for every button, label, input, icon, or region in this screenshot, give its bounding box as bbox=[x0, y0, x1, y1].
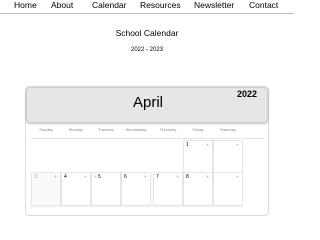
add-event-icon[interactable]: + bbox=[206, 141, 209, 149]
add-event-icon[interactable]: + bbox=[84, 173, 87, 181]
day-number: 4 bbox=[64, 174, 67, 180]
add-event-icon[interactable]: + bbox=[94, 173, 97, 181]
calendar: April 2022 Sunday Monday Tuesday Wednesd… bbox=[25, 86, 269, 216]
add-event-icon[interactable]: + bbox=[206, 173, 209, 181]
top-nav: Home About Calendar Resources Newsletter… bbox=[0, 0, 294, 14]
nav-calendar[interactable]: Calendar bbox=[92, 0, 127, 11]
weekday-row: Sunday Monday Tuesday Wednesday Thursday… bbox=[26, 127, 270, 135]
day-cell[interactable]: + bbox=[213, 172, 243, 206]
day-number: 5 bbox=[98, 174, 101, 180]
weekday-tuesday: Tuesday bbox=[98, 127, 114, 132]
nav-resources[interactable]: Resources bbox=[140, 0, 181, 11]
weekday-sunday: Sunday bbox=[39, 127, 53, 132]
day-cell[interactable]: 4 + bbox=[61, 172, 91, 206]
weekday-wednesday: Wednesday bbox=[125, 127, 147, 132]
nav-home[interactable]: Home bbox=[14, 0, 37, 11]
school-year: 2022 - 2023 bbox=[130, 47, 164, 53]
day-number: 3 bbox=[34, 174, 37, 180]
day-cell[interactable]: 1 + bbox=[183, 140, 213, 174]
day-cell[interactable]: 6 + bbox=[121, 172, 151, 206]
weekday-thursday: Thursday bbox=[159, 127, 177, 132]
weekday-friday: Friday bbox=[192, 127, 204, 132]
day-number: 8 bbox=[186, 174, 189, 180]
calendar-month: April bbox=[132, 94, 163, 111]
weekday-monday: Monday bbox=[68, 127, 84, 132]
calendar-year: 2022 bbox=[236, 89, 257, 99]
nav-contact[interactable]: Contact bbox=[249, 0, 278, 11]
page-title: School Calendar bbox=[115, 28, 179, 38]
add-event-icon[interactable]: + bbox=[236, 141, 239, 149]
add-event-icon[interactable]: + bbox=[176, 173, 179, 181]
day-number: 6 bbox=[124, 174, 127, 180]
nav-about[interactable]: About bbox=[51, 0, 73, 11]
day-cell[interactable]: 3 + bbox=[31, 172, 61, 206]
day-cell[interactable]: + bbox=[213, 140, 243, 174]
day-cell[interactable]: 7 + bbox=[153, 172, 183, 206]
calendar-header: April 2022 bbox=[26, 87, 268, 123]
day-cell[interactable]: 8 + bbox=[183, 172, 213, 206]
day-number: 7 bbox=[156, 174, 159, 180]
day-cell[interactable]: + 5 bbox=[91, 172, 121, 206]
add-event-icon[interactable]: + bbox=[236, 173, 239, 181]
add-event-icon[interactable]: + bbox=[144, 173, 147, 181]
day-number: 1 bbox=[186, 142, 189, 148]
calendar-divider bbox=[31, 138, 265, 139]
nav-newsletter[interactable]: Newsletter bbox=[194, 0, 234, 11]
weekday-saturday: Saturday bbox=[219, 127, 236, 132]
add-event-icon[interactable]: + bbox=[54, 173, 57, 181]
